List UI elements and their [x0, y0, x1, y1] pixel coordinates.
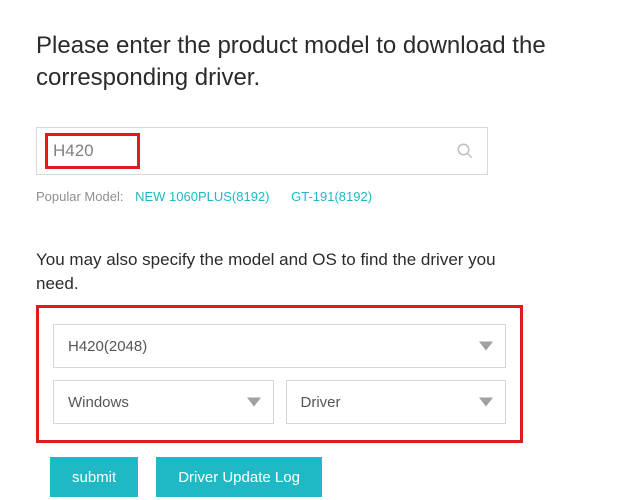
select-block-highlight: H420(2048) Windows Driver	[36, 305, 523, 443]
search-container	[36, 127, 488, 175]
os-select-value: Windows	[68, 394, 129, 411]
search-input[interactable]	[36, 127, 488, 175]
type-select[interactable]: Driver	[286, 380, 507, 424]
model-select-value: H420(2048)	[68, 338, 147, 355]
submit-button[interactable]: submit	[50, 457, 138, 497]
chevron-down-icon	[479, 398, 493, 407]
specify-instruction: You may also specify the model and OS to…	[36, 248, 516, 296]
popular-link-gt191[interactable]: GT-191(8192)	[291, 189, 372, 204]
popular-label: Popular Model:	[36, 189, 123, 204]
model-select[interactable]: H420(2048)	[53, 324, 506, 368]
search-icon[interactable]	[456, 142, 474, 160]
popular-link-1060plus[interactable]: NEW 1060PLUS(8192)	[135, 189, 269, 204]
page-heading: Please enter the product model to downlo…	[36, 30, 608, 95]
os-select[interactable]: Windows	[53, 380, 274, 424]
chevron-down-icon	[247, 398, 261, 407]
type-select-value: Driver	[301, 394, 341, 411]
button-row: submit Driver Update Log	[50, 457, 608, 497]
driver-update-log-button[interactable]: Driver Update Log	[156, 457, 322, 497]
popular-model-row: Popular Model: NEW 1060PLUS(8192) GT-191…	[36, 189, 608, 204]
chevron-down-icon	[479, 342, 493, 351]
